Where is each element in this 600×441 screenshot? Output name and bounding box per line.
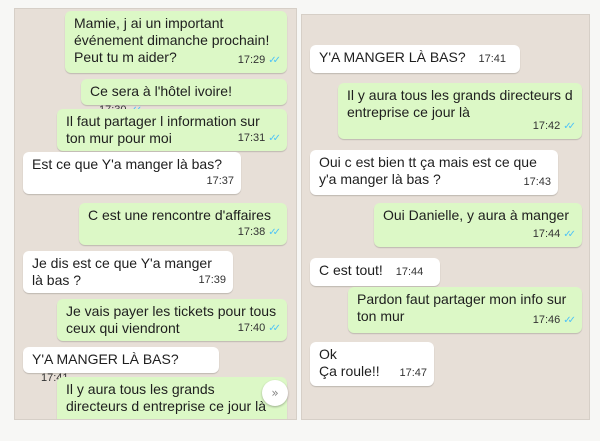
message-time: 17:42 (532, 120, 561, 132)
outgoing-message[interactable]: Il faut partager l information sur ton m… (57, 109, 287, 151)
message-time: 17:29 (237, 54, 266, 66)
message-meta: 17:43 (523, 174, 551, 191)
message-text: Est ce que Y'a manger là bas? (32, 156, 222, 172)
message-meta: 17:39 (198, 272, 226, 289)
message-meta: 17:29 ✓✓ (237, 52, 281, 69)
outgoing-message[interactable]: Mamie, j ai un important événement diman… (65, 11, 287, 73)
outgoing-message[interactable]: Ce sera à l'hôtel ivoire! 17:30 ✓✓ (81, 79, 287, 116)
message-text: Ok Ça roule!! (319, 346, 380, 379)
incoming-message[interactable]: Est ce que Y'a manger là bas? 17:37 (23, 152, 241, 194)
message-text: Il y aura tous les grands directeurs d e… (347, 87, 577, 120)
message-time: 17:41 (478, 53, 507, 65)
message-meta: 17:41 (479, 51, 507, 68)
incoming-message[interactable]: Y'A MANGER LÀ BAS? 17:41 (23, 347, 219, 384)
outgoing-message[interactable]: Pardon faut partager mon info sur ton mu… (348, 287, 582, 333)
message-text: C est tout! (319, 262, 383, 278)
message-meta: 17:47 (399, 365, 427, 382)
incoming-message[interactable]: Oui c est bien tt ça mais est ce que y'a… (310, 150, 558, 195)
message-time: 17:40 (237, 322, 266, 334)
message-time: 17:47 (399, 367, 427, 379)
message-time: 17:46 (532, 314, 561, 326)
chat-screenshot-right: Y'A MANGER LÀ BAS? 17:41 Il y aura tous … (301, 14, 590, 420)
incoming-message[interactable]: Ok Ça roule!! 17:47 (310, 342, 434, 386)
message-meta: 17:46 ✓✓ (532, 312, 576, 329)
message-time: 17:39 (198, 274, 226, 286)
message-text: Oui Danielle, y aura à manger (383, 207, 569, 223)
read-receipt-icon: ✓✓ (563, 229, 576, 240)
read-receipt-icon: ✓✓ (268, 55, 281, 66)
message-meta: 17:44 (396, 264, 424, 281)
message-text: Il faut partager l information sur ton m… (66, 113, 264, 146)
incoming-message[interactable]: C est tout! 17:44 (310, 258, 440, 286)
read-receipt-icon: ✓✓ (268, 227, 281, 238)
outgoing-message[interactable]: Il y aura tous les grands directeurs d e… (57, 377, 287, 419)
message-time: 17:38 (237, 226, 266, 238)
chat-screenshot-left: Mamie, j ai un important événement diman… (14, 8, 297, 420)
message-time: 17:43 (523, 176, 551, 188)
incoming-message[interactable]: Je dis est ce que Y'a manger là bas ? 17… (23, 251, 233, 293)
message-time: 17:44 (532, 228, 561, 240)
read-receipt-icon: ✓✓ (563, 121, 576, 132)
message-meta: 17:44 ✓✓ (532, 226, 576, 243)
message-time: 17:44 (395, 266, 424, 278)
message-meta: 17:40 ✓✓ (237, 320, 281, 337)
outgoing-message[interactable]: Il y aura tous les grands directeurs d e… (338, 83, 582, 139)
message-text: Ce sera à l'hôtel ivoire! (90, 83, 232, 99)
message-meta: 17:37 (206, 173, 234, 190)
message-meta: 17:38 ✓✓ (237, 224, 281, 241)
scroll-down-button[interactable]: » (262, 380, 288, 406)
message-text: C est une rencontre d'affaires (88, 207, 271, 223)
message-meta: 17:31 ✓✓ (237, 130, 281, 147)
read-receipt-icon: ✓✓ (268, 133, 281, 144)
read-receipt-icon: ✓✓ (563, 315, 576, 326)
read-receipt-icon: ✓✓ (268, 323, 281, 334)
outgoing-message[interactable]: Je vais payer les tickets pour tous ceux… (57, 299, 287, 341)
message-text: Il y aura tous les grands directeurs d e… (66, 381, 266, 414)
message-text: Y'A MANGER LÀ BAS? (319, 49, 466, 65)
chevron-double-down-icon: » (271, 386, 279, 400)
outgoing-message[interactable]: Oui Danielle, y aura à manger 17:44 ✓✓ (374, 203, 582, 247)
message-text: Y'A MANGER LÀ BAS? (32, 351, 179, 367)
incoming-message[interactable]: Y'A MANGER LÀ BAS? 17:41 (310, 45, 520, 73)
message-text: Oui c est bien tt ça mais est ce que y'a… (319, 154, 541, 187)
message-meta: 17:42 ✓✓ (532, 118, 576, 135)
outgoing-message[interactable]: C est une rencontre d'affaires 17:38 ✓✓ (79, 203, 287, 245)
message-time: 17:31 (237, 132, 266, 144)
message-text: Je dis est ce que Y'a manger là bas ? (32, 255, 216, 288)
message-time: 17:37 (206, 175, 234, 187)
